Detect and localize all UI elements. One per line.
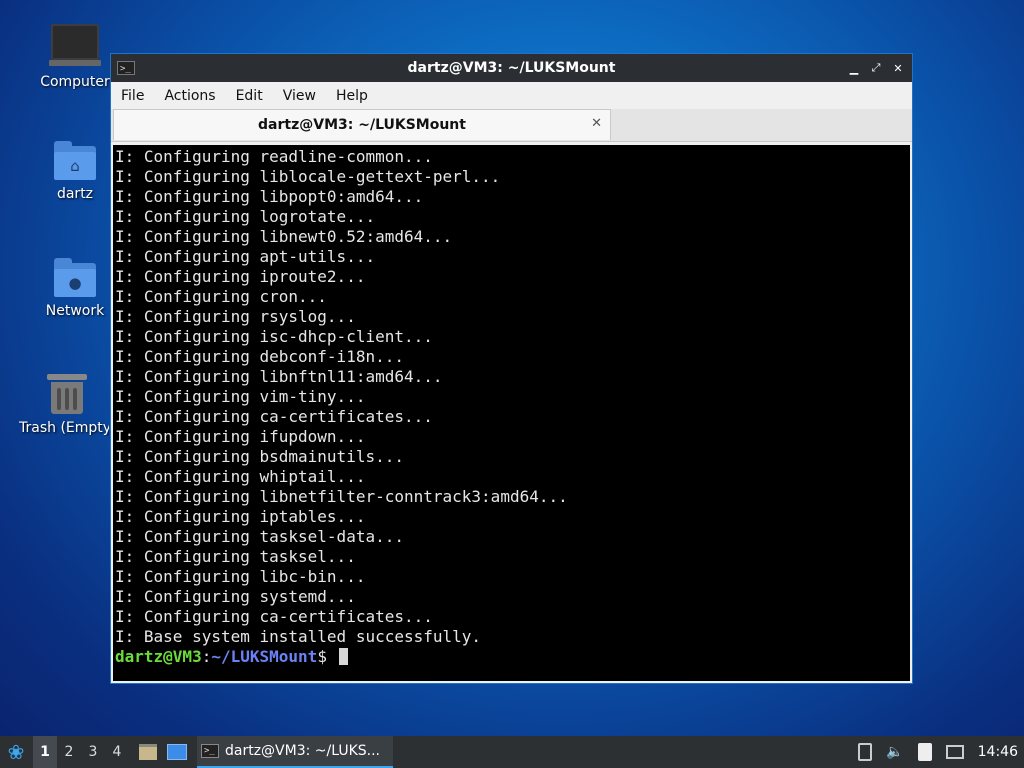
- tab-title: dartz@VM3: ~/LUKSMount: [258, 117, 466, 133]
- terminal-window[interactable]: >_ dartz@VM3: ~/LUKSMount ▁ ⤢ ✕ File Act…: [110, 53, 913, 684]
- desktop-icon-label: Network: [45, 303, 105, 319]
- maximize-icon[interactable]: ⤢: [868, 60, 884, 76]
- workspace-2[interactable]: 2: [57, 736, 81, 768]
- terminal-line: I: Configuring tasksel-data...: [115, 527, 404, 546]
- prompt-colon: :: [201, 647, 212, 666]
- terminal-line: I: Configuring liblocale-gettext-perl...: [115, 167, 501, 186]
- system-tray: 🔈 14:46: [858, 743, 1018, 761]
- terminal-line: I: Configuring debconf-i18n...: [115, 347, 404, 366]
- start-menu-icon[interactable]: ❀: [3, 739, 29, 765]
- show-desktop-icon[interactable]: [167, 744, 187, 760]
- menu-file[interactable]: File: [111, 88, 154, 104]
- terminal-line: I: Configuring libnetfilter-conntrack3:a…: [115, 487, 568, 506]
- prompt-path: ~/LUKSMount: [211, 647, 318, 666]
- desktop-icon-label: Trash (Empty): [19, 420, 109, 436]
- menu-edit[interactable]: Edit: [226, 88, 273, 104]
- window-title: dartz@VM3: ~/LUKSMount: [407, 60, 616, 76]
- terminal-line: I: Configuring libpopt0:amd64...: [115, 187, 424, 206]
- desktop-icon-trash[interactable]: Trash (Empty): [19, 374, 115, 436]
- clock[interactable]: 14:46: [978, 744, 1018, 760]
- desktop-icon-label: Computer: [40, 74, 110, 90]
- terminal-icon: >_: [201, 744, 219, 758]
- desktop-icon-computer[interactable]: Computer: [27, 24, 123, 90]
- terminal-line: I: Configuring systemd...: [115, 587, 356, 606]
- network-folder-icon: ●: [54, 258, 96, 297]
- workspace-1[interactable]: 1: [33, 736, 57, 768]
- battery-icon[interactable]: [858, 743, 873, 761]
- terminal-line: I: Configuring iptables...: [115, 507, 366, 526]
- desktop-icon-network[interactable]: ● Network: [27, 258, 123, 319]
- terminal-output[interactable]: I: Configuring readline-common... I: Conf…: [113, 145, 910, 681]
- terminal-line: I: Configuring vim-tiny...: [115, 387, 366, 406]
- taskbar-terminal-task[interactable]: >_ dartz@VM3: ~/LUKS...: [197, 736, 393, 768]
- terminal-line: I: Configuring isc-dhcp-client...: [115, 327, 433, 346]
- terminal-line: I: Configuring readline-common...: [115, 147, 433, 166]
- desktop-icon-home[interactable]: ⌂ dartz: [27, 141, 123, 202]
- terminal-line: I: Base system installed successfully.: [115, 627, 482, 646]
- task-label: dartz@VM3: ~/LUKS...: [225, 743, 381, 759]
- tab-close-icon[interactable]: ✕: [591, 116, 602, 131]
- terminal-icon[interactable]: >_: [117, 61, 135, 75]
- tab-bar: dartz@VM3: ~/LUKSMount ✕: [111, 109, 912, 142]
- terminal-line: I: Configuring libnftnl11:amd64...: [115, 367, 443, 386]
- terminal-line: I: Configuring iproute2...: [115, 267, 366, 286]
- menu-help[interactable]: Help: [326, 88, 378, 104]
- close-icon[interactable]: ✕: [890, 60, 906, 76]
- volume-icon[interactable]: 🔈: [886, 744, 903, 760]
- terminal-line: I: Configuring apt-utils...: [115, 247, 376, 266]
- menu-actions[interactable]: Actions: [154, 88, 225, 104]
- prompt-symbol: $: [317, 647, 327, 666]
- file-manager-icon[interactable]: [139, 744, 157, 760]
- terminal-line: I: Configuring rsyslog...: [115, 307, 356, 326]
- workspace-3[interactable]: 3: [81, 736, 105, 768]
- menu-bar: File Actions Edit View Help: [111, 82, 912, 109]
- minimize-icon[interactable]: ▁: [846, 60, 862, 76]
- terminal-line: I: Configuring whiptail...: [115, 467, 366, 486]
- terminal-line: I: Configuring libnewt0.52:amd64...: [115, 227, 453, 246]
- terminal-line: I: Configuring tasksel...: [115, 547, 356, 566]
- terminal-line: I: Configuring bsdmainutils...: [115, 447, 404, 466]
- clipboard-icon[interactable]: [917, 743, 932, 761]
- terminal-line: I: Configuring ifupdown...: [115, 427, 366, 446]
- terminal-line: I: Configuring ca-certificates...: [115, 607, 433, 626]
- workspace-4[interactable]: 4: [105, 736, 129, 768]
- prompt-user: dartz@VM3: [115, 647, 202, 666]
- terminal-line: I: Configuring libc-bin...: [115, 567, 366, 586]
- trash-icon: [47, 374, 87, 414]
- terminal-line: I: Configuring cron...: [115, 287, 327, 306]
- terminal-tab[interactable]: dartz@VM3: ~/LUKSMount ✕: [113, 109, 611, 140]
- terminal-line: I: Configuring ca-certificates...: [115, 407, 433, 426]
- terminal-prompt-line: dartz@VM3:~/LUKSMount$: [115, 647, 910, 667]
- text-cursor: [338, 648, 348, 665]
- window-titlebar[interactable]: >_ dartz@VM3: ~/LUKSMount ▁ ⤢ ✕: [111, 54, 912, 82]
- home-folder-icon: ⌂: [54, 141, 96, 180]
- desktop-icon-label: dartz: [56, 186, 94, 202]
- menu-view[interactable]: View: [273, 88, 326, 104]
- taskbar: ❀ 1 2 3 4 >_ dartz@VM3: ~/LUKS... 🔈 14:4…: [0, 736, 1024, 768]
- network-icon[interactable]: [945, 745, 964, 759]
- terminal-line: I: Configuring logrotate...: [115, 207, 376, 226]
- computer-icon: [49, 24, 101, 66]
